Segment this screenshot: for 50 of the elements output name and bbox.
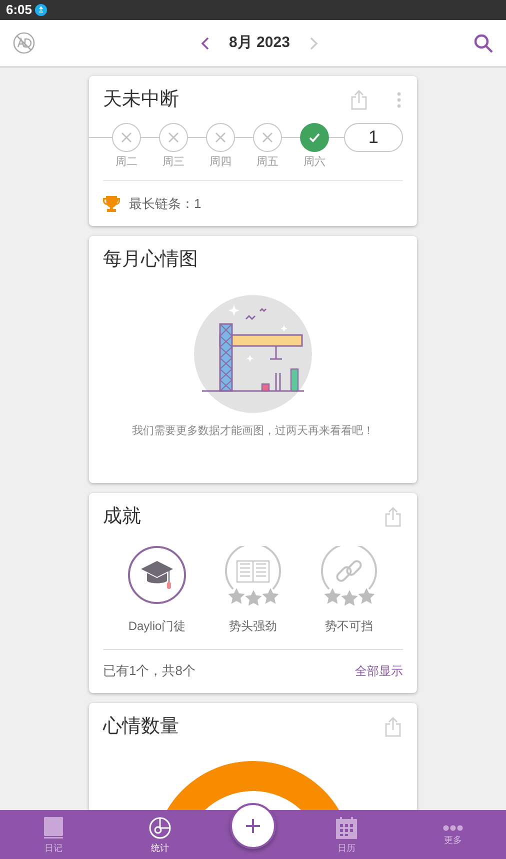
book-icon xyxy=(44,817,63,840)
achievement-summary: 已有1个，共8个 xyxy=(103,662,196,680)
achievement-label: Daylio门徒 xyxy=(128,618,186,634)
nav-tab[interactable]: 更多 xyxy=(400,810,506,859)
nav-tab[interactable]: 统计 xyxy=(106,810,213,859)
star-icon xyxy=(340,590,358,606)
nav-tab[interactable]: 日记 xyxy=(0,810,106,859)
next-month-button[interactable] xyxy=(310,36,318,50)
show-all-link[interactable]: 全部显示 xyxy=(355,662,403,680)
weekday-label: 周六 xyxy=(303,154,326,170)
weekday-label: 周五 xyxy=(256,154,278,170)
add-entry-button[interactable] xyxy=(230,803,276,849)
share-icon[interactable] xyxy=(385,507,401,528)
plus-icon xyxy=(246,819,260,833)
empty-state-message: 我们需要更多数据才能画图，过两天再来看看吧！ xyxy=(132,424,374,438)
card-title: 天未中断 xyxy=(103,88,179,112)
share-icon[interactable] xyxy=(351,90,367,110)
graduation-cap-icon xyxy=(140,558,174,590)
achievement-badge[interactable] xyxy=(128,546,186,604)
month-title: 8月 2023 xyxy=(229,32,290,53)
longest-streak-text: 最长链条：1 xyxy=(129,194,202,213)
card-title: 心情数量 xyxy=(103,714,179,738)
weekday-label: 周四 xyxy=(209,154,232,170)
previous-month-button[interactable] xyxy=(201,36,210,50)
weekday-label: 周三 xyxy=(162,154,184,170)
star-icon xyxy=(262,588,278,604)
calendar-icon xyxy=(336,817,357,840)
achievement-label: 势头强劲 xyxy=(229,618,277,634)
star-icon xyxy=(228,588,244,604)
open-book-icon xyxy=(236,558,270,584)
no-ads-icon[interactable] xyxy=(13,32,35,54)
achievement-label: 势不可挡 xyxy=(325,618,373,634)
star-icon xyxy=(358,588,374,604)
locked-achievement-badge[interactable] xyxy=(224,546,282,588)
search-icon[interactable] xyxy=(474,34,493,52)
share-icon[interactable] xyxy=(385,716,401,737)
more-dots-icon xyxy=(442,825,463,832)
weekday-label: 周二 xyxy=(115,154,138,170)
nav-tab[interactable]: 日历 xyxy=(293,810,400,859)
pie-chart-icon xyxy=(148,817,171,840)
card-title: 每月心情图 xyxy=(103,249,198,270)
streak-count: 1 xyxy=(368,126,378,148)
star-icon xyxy=(324,588,340,604)
locked-achievement-badge[interactable] xyxy=(320,546,378,588)
card-title: 成就 xyxy=(103,505,141,529)
more-vertical-icon[interactable] xyxy=(397,92,401,108)
star-icon xyxy=(244,590,262,606)
status-time: 6:05 xyxy=(6,1,32,20)
notification-icon xyxy=(35,4,48,16)
trophy-icon xyxy=(103,196,120,212)
